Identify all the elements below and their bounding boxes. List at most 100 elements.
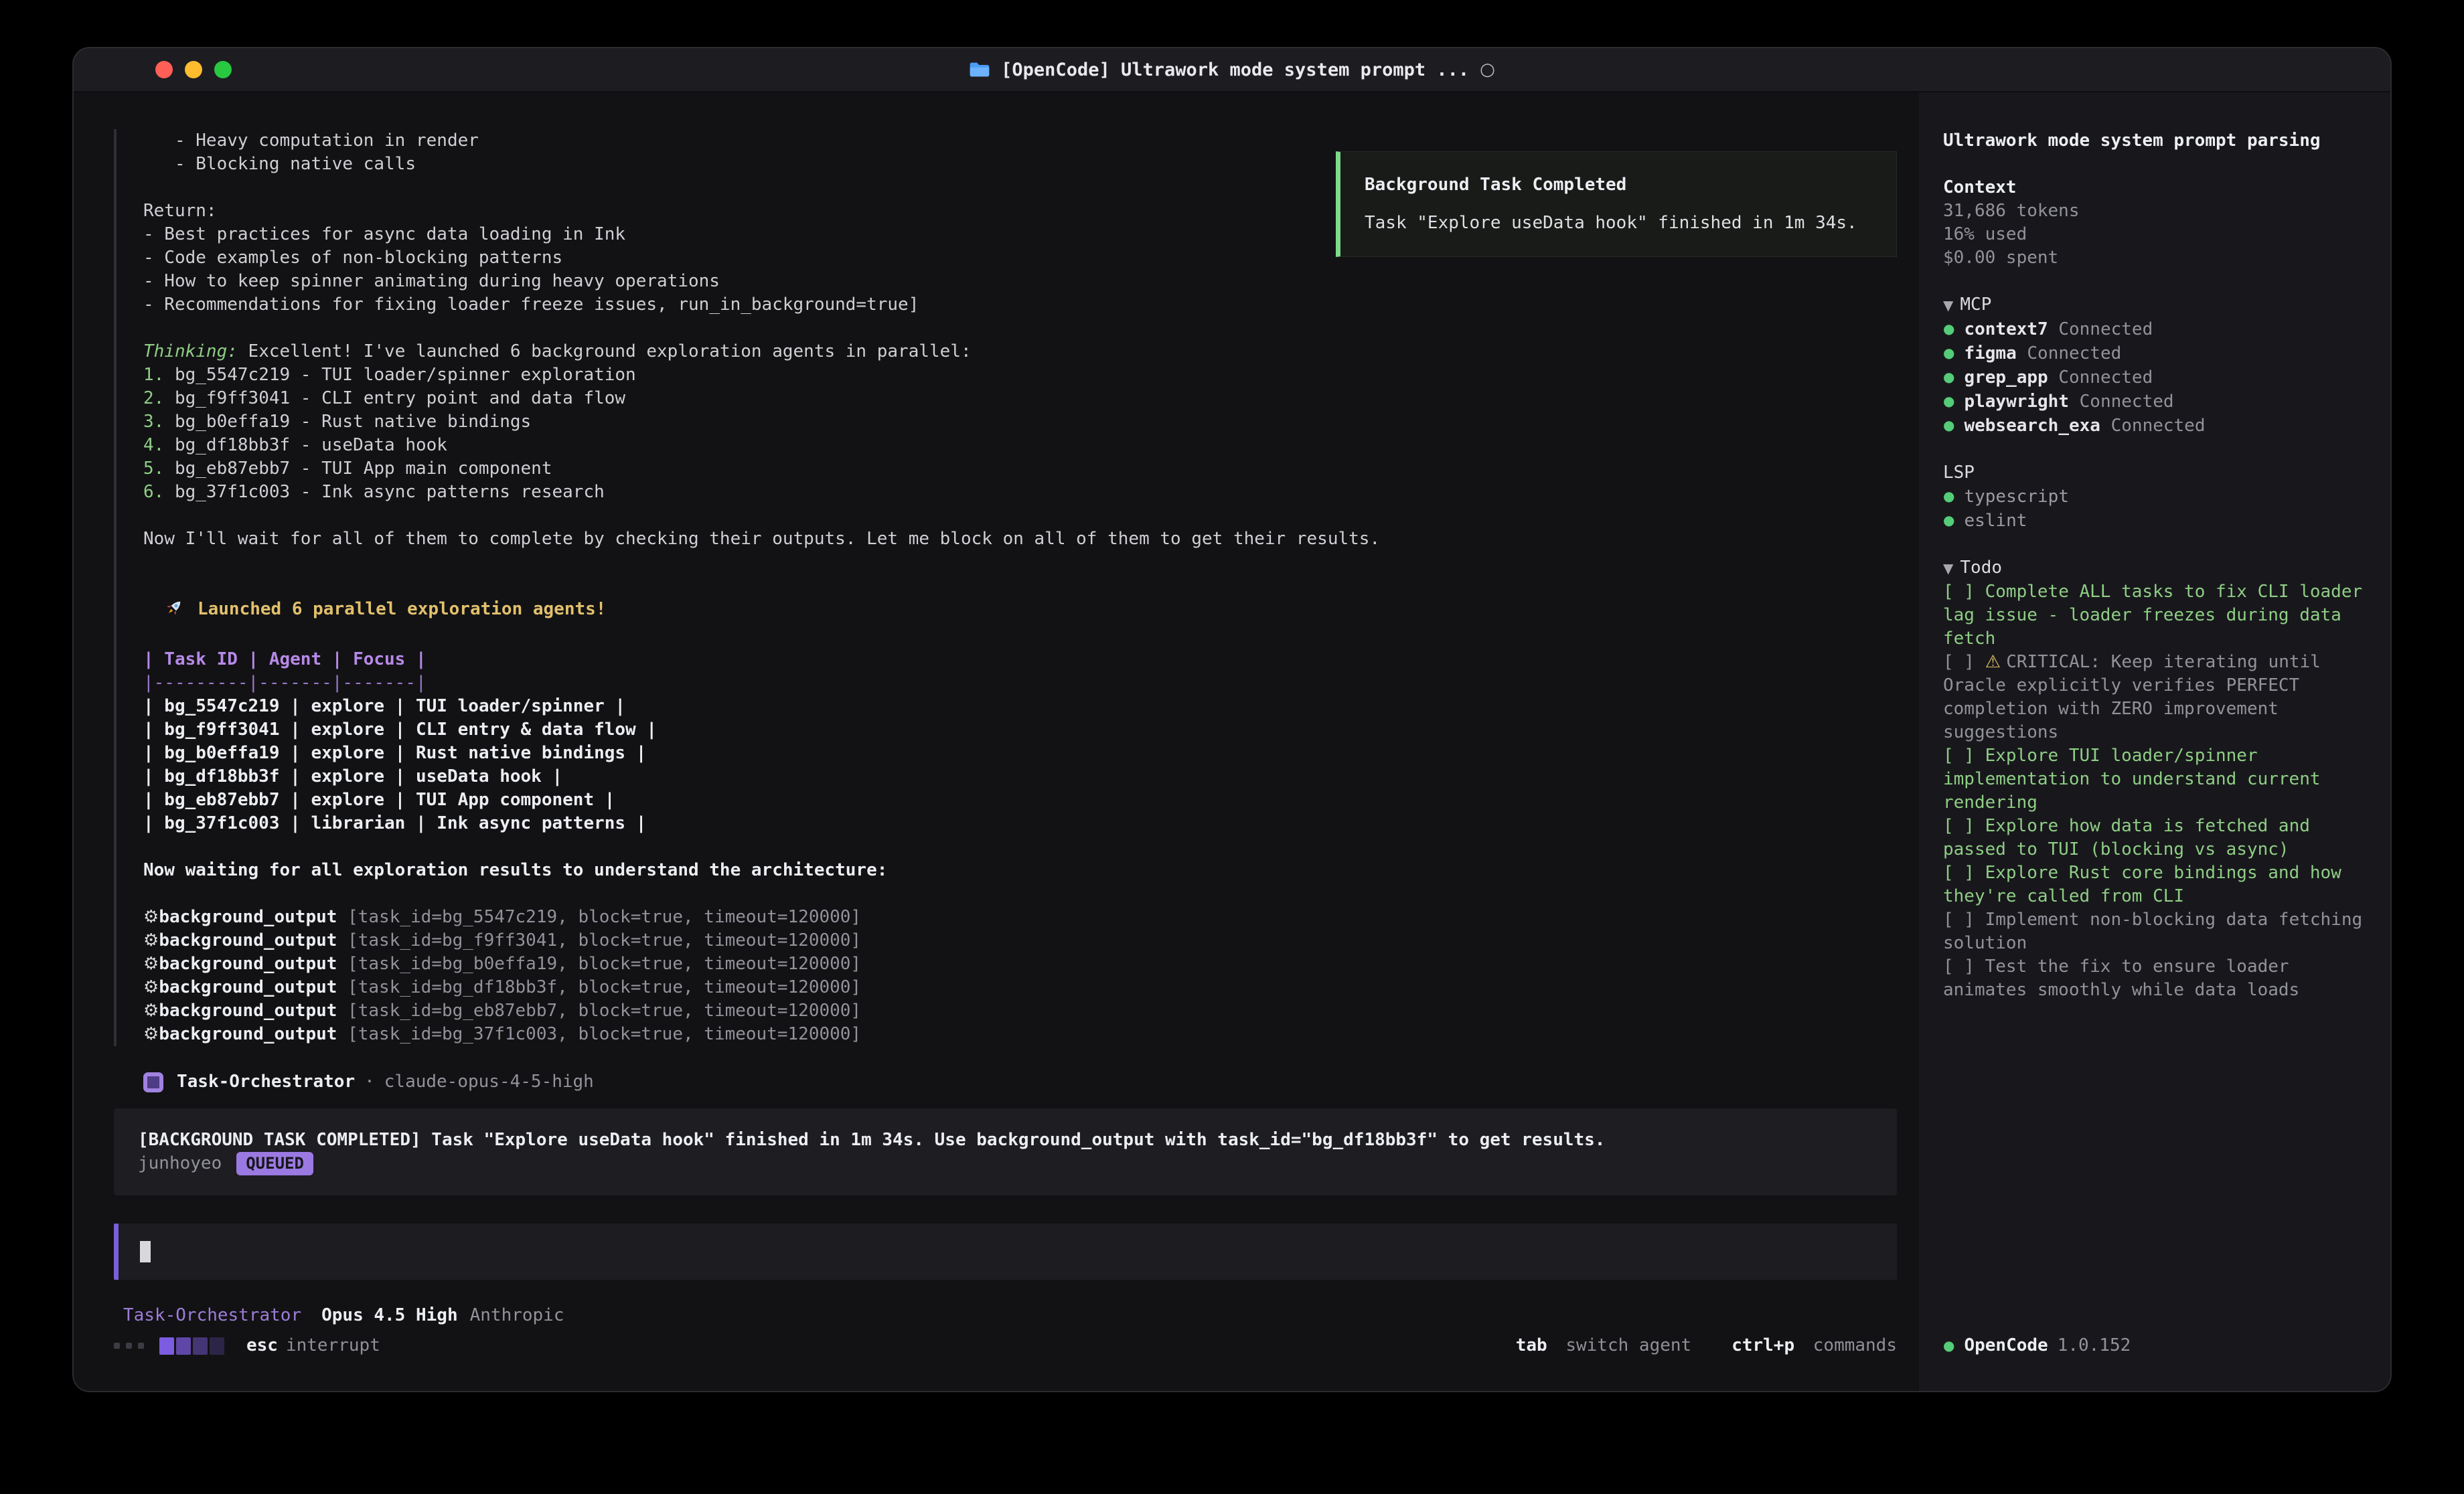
- tab-key-label: switch agent: [1565, 1335, 1691, 1355]
- spinner-dot: [138, 1343, 144, 1349]
- agent-selector[interactable]: Task-Orchestrator Opus 4.5 High Anthropi…: [114, 1304, 1897, 1327]
- status-dot-icon: ●: [1943, 345, 1954, 361]
- terminal-line: - Recommendations for fixing loader free…: [143, 293, 1897, 317]
- agent-icon: [143, 1072, 163, 1092]
- mcp-section: ▼MCP ●context7 Connected●figma Connected…: [1943, 293, 2364, 438]
- background-completed-message: [BACKGROUND TASK COMPLETED] Task "Explor…: [114, 1108, 1897, 1195]
- todo-checkbox: [ ]: [1943, 582, 1985, 602]
- mcp-item: ●figma Connected: [1943, 341, 2364, 365]
- window-controls: [155, 61, 232, 78]
- terminal-line: [143, 882, 1897, 906]
- todo-checkbox: [ ]: [1943, 816, 1985, 836]
- ctrlp-key-hint: ctrl+p: [1731, 1335, 1794, 1355]
- status-dot-icon: ●: [1943, 1334, 1954, 1357]
- todo-checkbox: [ ]: [1943, 910, 1985, 930]
- terminal-line: | bg_eb87ebb7 | explore | TUI App compon…: [143, 788, 1897, 812]
- ctrlp-key-label: commands: [1813, 1335, 1897, 1355]
- esc-key-hint: esc: [246, 1334, 278, 1357]
- terminal-line: | bg_37f1c003 | librarian | Ink async pa…: [143, 812, 1897, 835]
- terminal-line: Thinking: Excellent! I've launched 6 bac…: [143, 340, 1897, 363]
- text-cursor: [140, 1241, 151, 1262]
- zoom-button[interactable]: [214, 61, 232, 78]
- app-name: OpenCode: [1964, 1334, 2048, 1357]
- terminal-line: 4. bg_df18bb3f - useData hook: [143, 434, 1897, 457]
- context-section: Context 31,686 tokens 16% used $0.00 spe…: [1943, 176, 2364, 270]
- progress-spinner: [193, 1337, 208, 1355]
- app-version: 1.0.152: [2058, 1334, 2131, 1357]
- folder-icon: [969, 61, 990, 78]
- notification-title: Background Task Completed: [1365, 173, 1872, 197]
- version-footer: ● OpenCode 1.0.152: [1943, 1334, 2364, 1357]
- background-task-notification[interactable]: Background Task Completed Task "Explore …: [1336, 151, 1897, 257]
- separator-dot: ·: [364, 1070, 375, 1094]
- lsp-list: ●typescript●eslint: [1943, 485, 2364, 533]
- mcp-item: ●playwright Connected: [1943, 390, 2364, 414]
- lsp-item: ●eslint: [1943, 509, 2364, 533]
- todo-item: [ ] Explore TUI loader/spinner implement…: [1943, 744, 2364, 815]
- todo-checkbox: [ ]: [1943, 746, 1985, 766]
- mcp-list: ●context7 Connected●figma Connected●grep…: [1943, 317, 2364, 438]
- queued-badge: QUEUED: [236, 1152, 313, 1175]
- selected-agent: Task-Orchestrator: [123, 1304, 301, 1327]
- titlebar[interactable]: [OpenCode] Ultrawork mode system prompt …: [74, 48, 2390, 92]
- todo-item: [ ] Explore Rust core bindings and how t…: [1943, 861, 2364, 908]
- task-user: junhoyeo: [138, 1152, 222, 1175]
- status-dot-icon: ●: [1943, 321, 1954, 337]
- terminal-line: 5. bg_eb87ebb7 - TUI App main component: [143, 457, 1897, 481]
- terminal-line: - Heavy computation in render: [143, 129, 1897, 153]
- terminal-line: - How to keep spinner animating during h…: [143, 270, 1897, 293]
- agent-model: claude-opus-4-5-high: [384, 1070, 594, 1094]
- minimize-button[interactable]: [185, 61, 202, 78]
- close-button[interactable]: [155, 61, 173, 78]
- todo-heading[interactable]: ▼Todo: [1943, 556, 2364, 580]
- terminal-line: [143, 625, 1897, 648]
- completed-text: [BACKGROUND TASK COMPLETED] Task "Explor…: [138, 1129, 1873, 1152]
- terminal-output[interactable]: - Heavy computation in render - Blocking…: [114, 129, 1897, 1046]
- tab-key-hint: tab: [1516, 1335, 1547, 1355]
- selected-model: Opus 4.5 High: [321, 1304, 458, 1327]
- agent-header: Task-Orchestrator · claude-opus-4-5-high: [143, 1070, 1897, 1094]
- chat-main-area[interactable]: Background Task Completed Task "Explore …: [74, 92, 1919, 1391]
- mcp-heading[interactable]: ▼MCP: [1943, 293, 2364, 317]
- rocket-icon: [143, 574, 184, 625]
- status-circle-icon: ○: [1480, 60, 1495, 80]
- sidebar: Ultrawork mode system prompt parsing Con…: [1919, 92, 2390, 1391]
- prompt-input[interactable]: [114, 1224, 1897, 1280]
- opencode-window: [OpenCode] Ultrawork mode system prompt …: [72, 47, 2392, 1392]
- terminal-line: [143, 504, 1897, 527]
- progress-spinner: [159, 1337, 174, 1355]
- terminal-line: 6. bg_37f1c003 - Ink async patterns rese…: [143, 481, 1897, 504]
- terminal-line: ⚙background_output [task_id=bg_37f1c003,…: [143, 1023, 1897, 1046]
- spinner-dot: [126, 1343, 132, 1349]
- terminal-line: [143, 551, 1897, 574]
- context-heading: Context: [1943, 176, 2364, 199]
- status-dot-icon: ●: [1943, 369, 1954, 385]
- terminal-line: Now I'll wait for all of them to complet…: [143, 527, 1897, 551]
- window-title: [OpenCode] Ultrawork mode system prompt …: [1001, 60, 1469, 80]
- esc-key-label: interrupt: [286, 1334, 380, 1357]
- lsp-section: LSP ●typescript●eslint: [1943, 461, 2364, 533]
- terminal-line: | bg_f9ff3041 | explore | CLI entry & da…: [143, 718, 1897, 742]
- terminal-line: [143, 317, 1897, 340]
- todo-checkbox: [ ]: [1943, 652, 1985, 672]
- terminal-line: Launched 6 parallel exploration agents!: [143, 574, 1897, 625]
- mcp-item: ●websearch_exa Connected: [1943, 414, 2364, 438]
- terminal-line: ⚙background_output [task_id=bg_eb87ebb7,…: [143, 999, 1897, 1023]
- terminal-line: | bg_5547c219 | explore | TUI loader/spi…: [143, 695, 1897, 718]
- status-bar: esc interrupt tab switch agent ctrl+p co…: [114, 1334, 1897, 1357]
- terminal-line: 3. bg_b0effa19 - Rust native bindings: [143, 410, 1897, 434]
- status-dot-icon: ●: [1943, 393, 1954, 409]
- chevron-down-icon: ▼: [1943, 560, 1953, 576]
- terminal-line: | Task ID | Agent | Focus |: [143, 648, 1897, 671]
- status-dot-icon: ●: [1943, 417, 1954, 433]
- terminal-line: [143, 835, 1897, 859]
- todo-checkbox: [ ]: [1943, 863, 1985, 883]
- progress-spinner: [210, 1337, 224, 1355]
- todo-item: [ ] Test the fix to ensure loader animat…: [1943, 955, 2364, 1002]
- agent-name: Task-Orchestrator: [177, 1070, 355, 1094]
- terminal-line: 1. bg_5547c219 - TUI loader/spinner expl…: [143, 363, 1897, 387]
- terminal-line: ⚙background_output [task_id=bg_df18bb3f,…: [143, 976, 1897, 999]
- terminal-line: ⚙background_output [task_id=bg_5547c219,…: [143, 906, 1897, 929]
- todo-item: [ ] Explore how data is fetched and pass…: [1943, 815, 2364, 861]
- mcp-item: ●context7 Connected: [1943, 317, 2364, 341]
